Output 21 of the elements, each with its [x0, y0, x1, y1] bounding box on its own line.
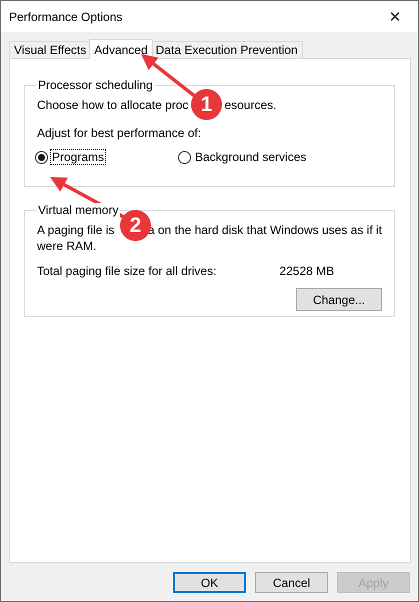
radio-label[interactable]: Programs	[51, 150, 106, 164]
description-text: Choose how to allocate proc	[37, 97, 188, 113]
dialog-button[interactable]: Cancel	[255, 572, 328, 593]
radio-button[interactable]	[178, 150, 191, 164]
dialog-button[interactable]: OK	[173, 572, 246, 593]
change-button[interactable]: Change...	[296, 288, 382, 311]
close-button[interactable]: ✕	[372, 1, 418, 32]
radio-label[interactable]: Background services	[194, 150, 308, 164]
tab[interactable]: Visual Effects	[9, 41, 92, 59]
window-title: Performance Options	[9, 10, 122, 24]
radio-button[interactable]	[35, 150, 48, 164]
total-label: Total paging file size for all drives:	[37, 263, 216, 279]
prompt-text: Adjust for best performance of:	[37, 125, 202, 141]
description-text: were RAM.	[37, 238, 96, 254]
tab[interactable]: Advanced	[89, 39, 153, 59]
description-text: esources.	[224, 97, 276, 113]
total-value: 22528 MB	[279, 263, 334, 279]
group-legend: Virtual memory	[36, 203, 120, 217]
description-text: A paging file is	[37, 222, 114, 238]
group-legend: Processor scheduling	[36, 78, 155, 92]
tab[interactable]: Data Execution Prevention	[150, 41, 303, 59]
